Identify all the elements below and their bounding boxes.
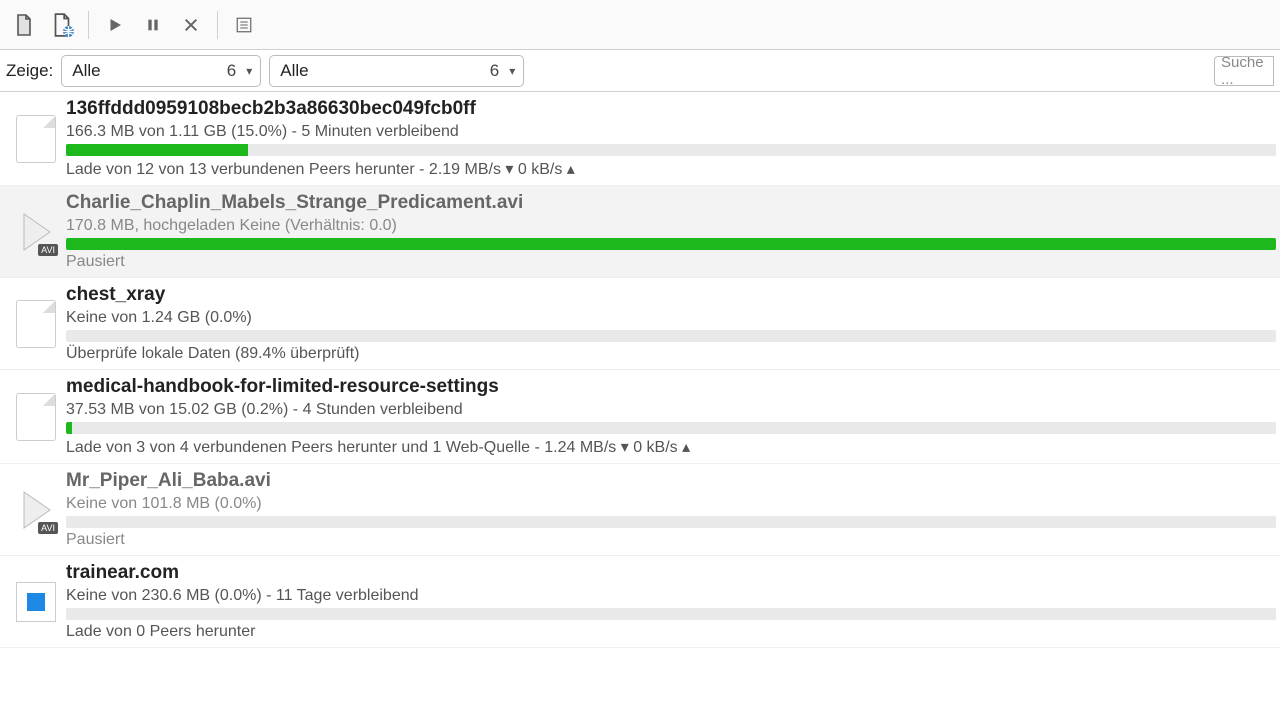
progress-bar: [66, 608, 1276, 620]
torrent-status: 170.8 MB, hochgeladen Keine (Verhältnis:…: [66, 217, 1276, 235]
start-button[interactable]: [97, 7, 133, 43]
video-file-icon: AVI: [16, 208, 56, 256]
progress-bar: [66, 144, 1276, 156]
chevron-down-icon: ▾: [246, 64, 252, 78]
row-content: trainear.com Keine von 230.6 MB (0.0%) - …: [66, 562, 1280, 641]
open-file-button[interactable]: [6, 7, 42, 43]
row-content: medical-handbook-for-limited-resource-se…: [66, 376, 1280, 457]
torrent-row[interactable]: AVI Charlie_Chaplin_Mabels_Strange_Predic…: [0, 186, 1280, 278]
row-content: Charlie_Chaplin_Mabels_Strange_Predicame…: [66, 192, 1280, 271]
properties-button[interactable]: [226, 7, 262, 43]
progress-bar: [66, 330, 1276, 342]
progress-bar: [66, 422, 1276, 434]
tracker-filter-dropdown[interactable]: Alle 6 ▾: [269, 55, 524, 87]
torrent-title: Mr_Piper_Ali_Baba.avi: [66, 470, 1276, 492]
torrent-title: medical-handbook-for-limited-resource-se…: [66, 376, 1276, 398]
remove-button[interactable]: [173, 7, 209, 43]
row-content: 136ffddd0959108becb2b3a86630bec049fcb0ff…: [66, 98, 1280, 179]
torrent-row[interactable]: AVI Mr_Piper_Ali_Baba.avi Keine von 101.8 …: [0, 464, 1280, 556]
toolbar-separator: [88, 11, 89, 39]
torrent-row[interactable]: 136ffddd0959108becb2b3a86630bec049fcb0ff…: [0, 92, 1280, 186]
dropdown-text: Alle: [280, 61, 308, 81]
filter-label: Zeige:: [6, 61, 53, 81]
torrent-row[interactable]: medical-handbook-for-limited-resource-se…: [0, 370, 1280, 464]
progress-bar: [66, 238, 1276, 250]
torrent-row[interactable]: trainear.com Keine von 230.6 MB (0.0%) - …: [0, 556, 1280, 648]
torrent-peers-line: Pausiert: [66, 531, 1276, 549]
file-icon: [16, 300, 56, 348]
file-icon: [16, 115, 56, 163]
row-content: Mr_Piper_Ali_Baba.avi Keine von 101.8 MB …: [66, 470, 1280, 549]
status-filter-dropdown[interactable]: Alle 6 ▾: [61, 55, 261, 87]
row-icon-cell: [6, 284, 66, 363]
video-file-icon: AVI: [16, 486, 56, 534]
torrent-status: 37.53 MB von 15.02 GB (0.2%) - 4 Stunden…: [66, 401, 1276, 419]
progress-bar: [66, 516, 1276, 528]
folder-icon: [16, 582, 56, 622]
torrent-status: 166.3 MB von 1.11 GB (15.0%) - 5 Minuten…: [66, 123, 1276, 141]
row-content: chest_xray Keine von 1.24 GB (0.0%) Überpr…: [66, 284, 1280, 363]
torrent-title: chest_xray: [66, 284, 1276, 306]
dropdown-count: 6: [227, 61, 236, 81]
row-icon-cell: [6, 98, 66, 179]
torrent-peers-line: Lade von 3 von 4 verbundenen Peers herun…: [66, 437, 1276, 457]
filter-bar: Zeige: Alle 6 ▾ Alle 6 ▾ Suche ...: [0, 50, 1280, 92]
torrent-peers-line: Lade von 12 von 13 verbundenen Peers her…: [66, 159, 1276, 179]
row-icon-cell: [6, 562, 66, 641]
torrent-status: Keine von 230.6 MB (0.0%) - 11 Tage verb…: [66, 587, 1276, 605]
toolbar-separator: [217, 11, 218, 39]
torrent-peers-line: Überprüfe lokale Daten (89.4% überprüft): [66, 345, 1276, 363]
torrent-peers-line: Lade von 0 Peers herunter: [66, 623, 1276, 641]
torrent-title: 136ffddd0959108becb2b3a86630bec049fcb0ff: [66, 98, 1276, 120]
chevron-down-icon: ▾: [509, 64, 515, 78]
torrent-status: Keine von 1.24 GB (0.0%): [66, 309, 1276, 327]
open-url-button[interactable]: [44, 7, 80, 43]
search-input[interactable]: Suche ...: [1214, 56, 1274, 86]
toolbar: [0, 0, 1280, 50]
row-icon-cell: [6, 376, 66, 457]
torrent-status: Keine von 101.8 MB (0.0%): [66, 495, 1276, 513]
row-icon-cell: AVI: [6, 470, 66, 549]
torrent-title: trainear.com: [66, 562, 1276, 584]
torrent-row[interactable]: chest_xray Keine von 1.24 GB (0.0%) Überpr…: [0, 278, 1280, 370]
dropdown-text: Alle: [72, 61, 100, 81]
pause-button[interactable]: [135, 7, 171, 43]
file-icon: [16, 393, 56, 441]
dropdown-count: 6: [490, 61, 499, 81]
torrent-list: 136ffddd0959108becb2b3a86630bec049fcb0ff…: [0, 92, 1280, 648]
torrent-peers-line: Pausiert: [66, 253, 1276, 271]
torrent-title: Charlie_Chaplin_Mabels_Strange_Predicame…: [66, 192, 1276, 214]
search-placeholder: Suche ...: [1221, 56, 1267, 86]
row-icon-cell: AVI: [6, 192, 66, 271]
